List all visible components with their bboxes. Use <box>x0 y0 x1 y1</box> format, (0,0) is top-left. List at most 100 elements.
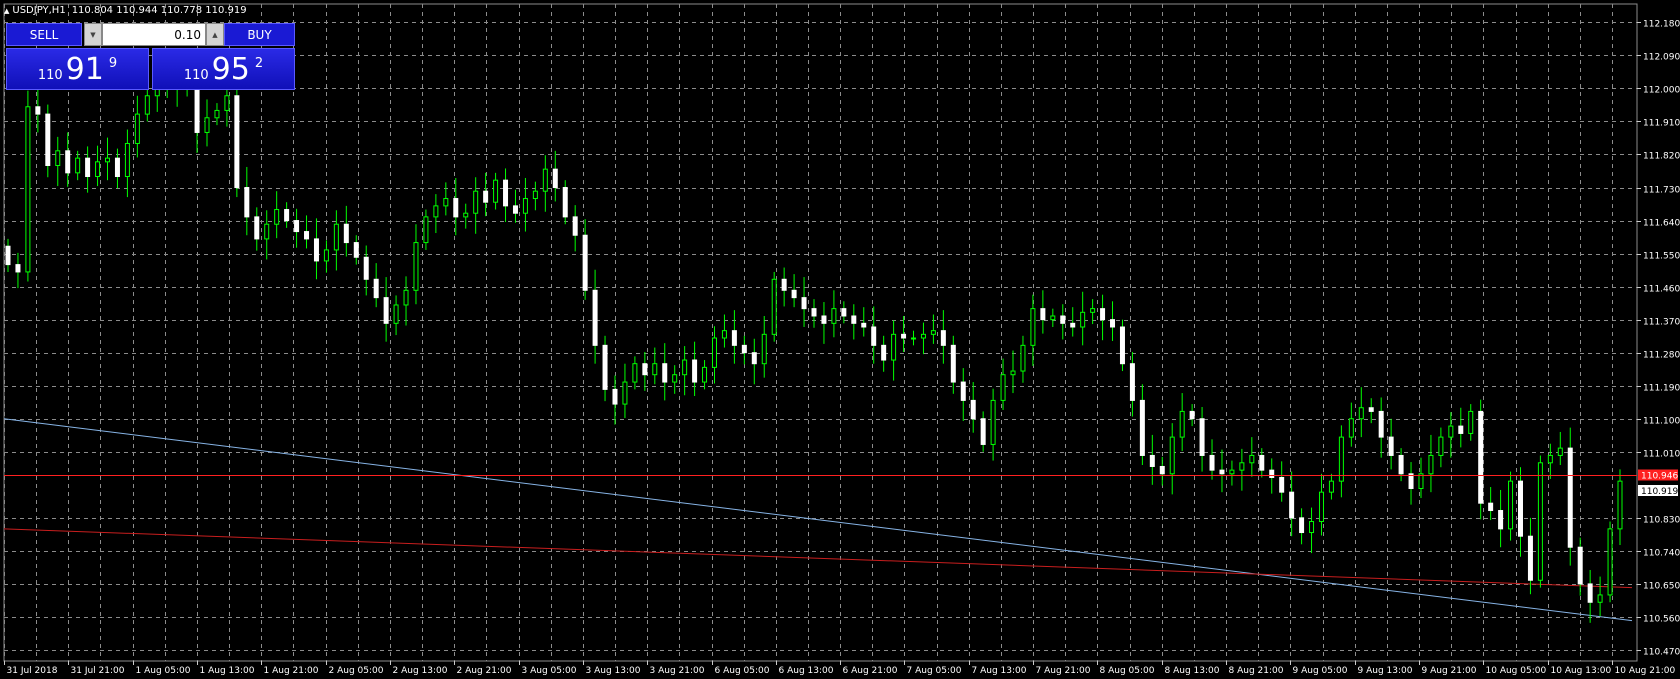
bear-candle <box>363 256 369 280</box>
bull-candle <box>1348 418 1354 438</box>
bull-candle <box>1617 480 1623 530</box>
x-tick-label: 9 Aug 13:00 <box>1358 666 1413 676</box>
bear-candle <box>353 242 359 258</box>
bear-candle <box>1209 454 1215 471</box>
bull-candle <box>702 366 708 383</box>
bear-candle <box>801 297 807 310</box>
bull-candle <box>1418 473 1424 489</box>
bear-candle <box>1110 319 1116 328</box>
one-click-trading-panel: SELL ▼ ▲ BUY 110 91 9 110 95 2 <box>6 23 295 92</box>
bull-candle <box>1597 594 1603 603</box>
bear-candle <box>453 198 459 218</box>
x-tick-label: 9 Aug 21:00 <box>1422 666 1477 676</box>
bear-candle <box>15 264 21 273</box>
buy-price-button[interactable]: 110 95 2 <box>152 48 295 90</box>
bull-candle <box>1438 436 1444 456</box>
x-tick-label: 10 Aug 21:00 <box>1615 666 1676 676</box>
bull-candle <box>622 381 628 405</box>
symbol-label: USDJPY,H1 <box>12 5 66 16</box>
bull-candle <box>473 190 479 214</box>
bear-candle <box>1139 399 1145 456</box>
bear-candle <box>5 245 11 266</box>
bull-candle <box>274 209 280 225</box>
ask-price-label: 110.946 <box>1641 472 1678 482</box>
bull-candle <box>672 374 678 383</box>
bear-candle <box>1159 465 1165 475</box>
bear-candle <box>1527 535 1533 581</box>
bear-candle <box>65 150 71 174</box>
price-chart[interactable]: 110.946 110.919 112.180 112.090 112.000 111.… <box>0 0 1680 679</box>
x-tick-label: 1 Aug 13:00 <box>200 666 255 676</box>
triangle-icon: ▲ <box>4 7 10 15</box>
sell-price-pip: 9 <box>108 55 118 71</box>
bull-candle <box>1169 436 1175 475</box>
sell-button[interactable]: SELL <box>6 23 82 46</box>
bear-candle <box>1587 583 1593 603</box>
bear-candle <box>572 216 578 236</box>
x-tick-label: 6 Aug 05:00 <box>715 666 770 676</box>
bear-candle <box>1040 308 1046 321</box>
time-axis[interactable]: 31 Jul 2018 31 Jul 21:00 1 Aug 05:00 1 Aug … <box>4 661 1676 676</box>
bull-candle <box>652 363 658 376</box>
x-tick-label: 7 Aug 13:00 <box>972 666 1027 676</box>
lot-size-input[interactable] <box>102 23 206 46</box>
bull-candle <box>1537 462 1543 581</box>
bear-candle <box>244 187 250 218</box>
bull-candle <box>224 95 230 111</box>
bear-candle <box>35 106 41 115</box>
lot-increase-button[interactable]: ▲ <box>206 23 224 46</box>
x-tick-label: 3 Aug 21:00 <box>650 666 705 676</box>
x-tick-label: 31 Jul 2018 <box>7 666 58 676</box>
bear-candle <box>1368 407 1374 412</box>
bear-candle <box>741 344 747 354</box>
bull-candle <box>55 150 61 166</box>
bull-candle <box>264 223 270 240</box>
sell-price-button[interactable]: 110 91 9 <box>6 48 149 90</box>
bull-candle <box>25 106 31 273</box>
bull-candle <box>204 117 210 133</box>
bear-candle <box>1577 546 1583 585</box>
bull-candle <box>463 212 469 218</box>
y-tick-label: 112.090 <box>1643 53 1680 63</box>
bear-candle <box>662 363 668 383</box>
bear-candle <box>861 322 867 328</box>
bear-candle <box>871 326 877 346</box>
bull-candle <box>1080 311 1086 328</box>
bear-candle <box>1149 454 1155 467</box>
bull-candle <box>1448 425 1454 438</box>
bull-candle <box>413 242 419 291</box>
bear-candle <box>1299 517 1305 534</box>
bull-candle <box>1010 370 1016 376</box>
price-lines: 110.946 110.919 <box>4 469 1678 497</box>
bear-candle <box>1070 322 1076 328</box>
buy-button[interactable]: BUY <box>224 23 295 46</box>
bull-candle <box>711 337 717 368</box>
grid <box>4 4 1637 661</box>
sell-price-prefix: 110 <box>37 67 63 83</box>
bull-candle <box>532 190 538 200</box>
bear-candle <box>343 223 349 244</box>
y-tick-label: 111.910 <box>1643 119 1680 129</box>
y-tick-label: 111.190 <box>1643 384 1680 394</box>
bear-candle <box>1378 410 1384 438</box>
x-tick-label: 3 Aug 05:00 <box>522 666 577 676</box>
bull-candle <box>1547 454 1553 464</box>
price-axis[interactable]: 112.180 112.090 112.000 111.910 111.820 111.7… <box>1637 20 1680 658</box>
bear-candle <box>582 234 588 291</box>
plot-border <box>3 3 1638 662</box>
bull-candle <box>1428 454 1434 475</box>
y-tick-label: 111.280 <box>1643 351 1680 361</box>
x-tick-label: 8 Aug 13:00 <box>1165 666 1220 676</box>
bull-candle <box>522 198 528 214</box>
bull-candle <box>1229 469 1235 475</box>
bear-candle <box>1119 326 1125 365</box>
bear-candle <box>751 352 757 365</box>
bull-candle <box>134 113 140 144</box>
bear-candle <box>114 157 120 178</box>
bear-candle <box>254 216 260 240</box>
lot-decrease-button[interactable]: ▼ <box>84 23 102 46</box>
bear-candle <box>1189 410 1195 420</box>
y-tick-label: 111.370 <box>1643 318 1680 328</box>
y-tick-label: 110.470 <box>1643 648 1680 658</box>
bear-candle <box>512 205 518 214</box>
